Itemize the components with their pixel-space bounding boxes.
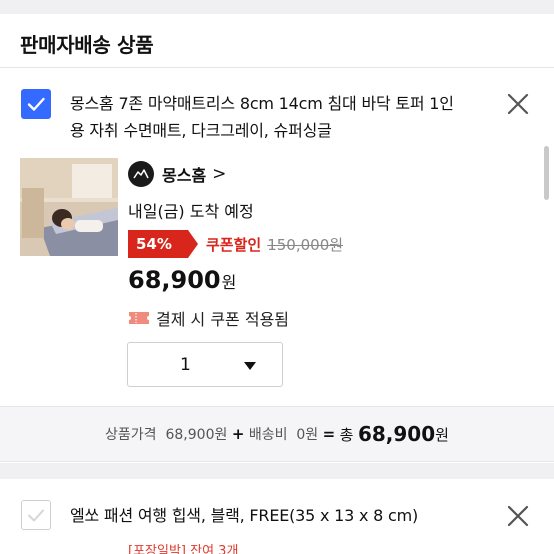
shipping-fee-value: 0원 bbox=[296, 427, 319, 443]
chevron-right-icon: > bbox=[212, 164, 227, 184]
product-name[interactable]: 몽스홈 7존 마약매트리스 8cm 14cm 침대 바닥 토퍼 1인 용 자취 … bbox=[70, 90, 490, 144]
brand-logo-icon bbox=[128, 161, 154, 187]
product-image bbox=[20, 158, 118, 256]
product-price-label: 상품가격 bbox=[105, 427, 157, 443]
total-amount: 68,900 bbox=[357, 422, 436, 446]
discount-rate-badge: 54% bbox=[128, 230, 198, 258]
section-divider bbox=[0, 463, 554, 479]
product-name-line2: 용 자취 수면매트, 다크그레이, 슈퍼싱글 bbox=[70, 121, 332, 140]
product-thumbnail[interactable] bbox=[20, 158, 118, 256]
equals-sign: = bbox=[322, 425, 336, 443]
total-currency: 원 bbox=[435, 425, 449, 444]
discount-row: 54% 쿠폰할인 150,000원 bbox=[128, 230, 343, 258]
product-price-value: 68,900원 bbox=[165, 427, 228, 443]
brand-name: 몽스홈 bbox=[162, 166, 207, 185]
section-header: 판매자배송 상품 bbox=[0, 14, 554, 68]
sale-price: 68,900 원 bbox=[128, 266, 236, 294]
plus-sign: + bbox=[231, 425, 245, 443]
item-checkbox-checked[interactable] bbox=[21, 89, 51, 119]
total-label: 총 bbox=[339, 425, 354, 444]
coupon-applied-note: 결제 시 쿠폰 적용됨 bbox=[128, 306, 289, 330]
order-summary-bar: 상품가격 68,900원 + 배송비 0원 = 총 68,900 원 bbox=[0, 406, 554, 462]
sale-price-currency: 원 bbox=[221, 273, 237, 292]
close-icon[interactable] bbox=[505, 91, 531, 117]
coupon-ticket-icon bbox=[129, 312, 149, 324]
original-price: 150,000원 bbox=[267, 235, 344, 254]
coupon-note-text: 결제 시 쿠폰 적용됨 bbox=[156, 310, 290, 329]
checkbox-unchecked-icon bbox=[28, 509, 44, 522]
top-section-gap bbox=[0, 0, 554, 14]
close-icon[interactable] bbox=[505, 503, 531, 529]
scrollbar-thumb[interactable] bbox=[544, 146, 549, 200]
checkbox-checked-icon bbox=[27, 97, 45, 111]
section-title: 판매자배송 상품 bbox=[20, 33, 154, 57]
product-name-line1: 몽스홈 7존 마약매트리스 8cm 14cm 침대 바닥 토퍼 1인 bbox=[70, 94, 454, 113]
brand-link[interactable]: 몽스홈 > bbox=[128, 160, 226, 188]
item-tag-partial: [포장일박] 잔여 3개 bbox=[128, 544, 239, 554]
product-name-2[interactable]: 엘쏘 패션 여행 힙색, 블랙, FREE(35 x 13 x 8 cm) bbox=[70, 502, 490, 529]
item-checkbox-unchecked[interactable] bbox=[21, 500, 51, 530]
quantity-select[interactable]: 1 bbox=[127, 342, 283, 387]
quantity-value: 1 bbox=[180, 355, 191, 375]
shipping-label: 배송비 bbox=[248, 427, 288, 443]
dropdown-arrow-icon bbox=[244, 362, 256, 370]
sale-price-amount: 68,900 bbox=[128, 266, 221, 294]
delivery-estimate: 내일(금) 도착 예정 bbox=[128, 202, 254, 221]
coupon-discount-label: 쿠폰할인 bbox=[206, 235, 262, 254]
